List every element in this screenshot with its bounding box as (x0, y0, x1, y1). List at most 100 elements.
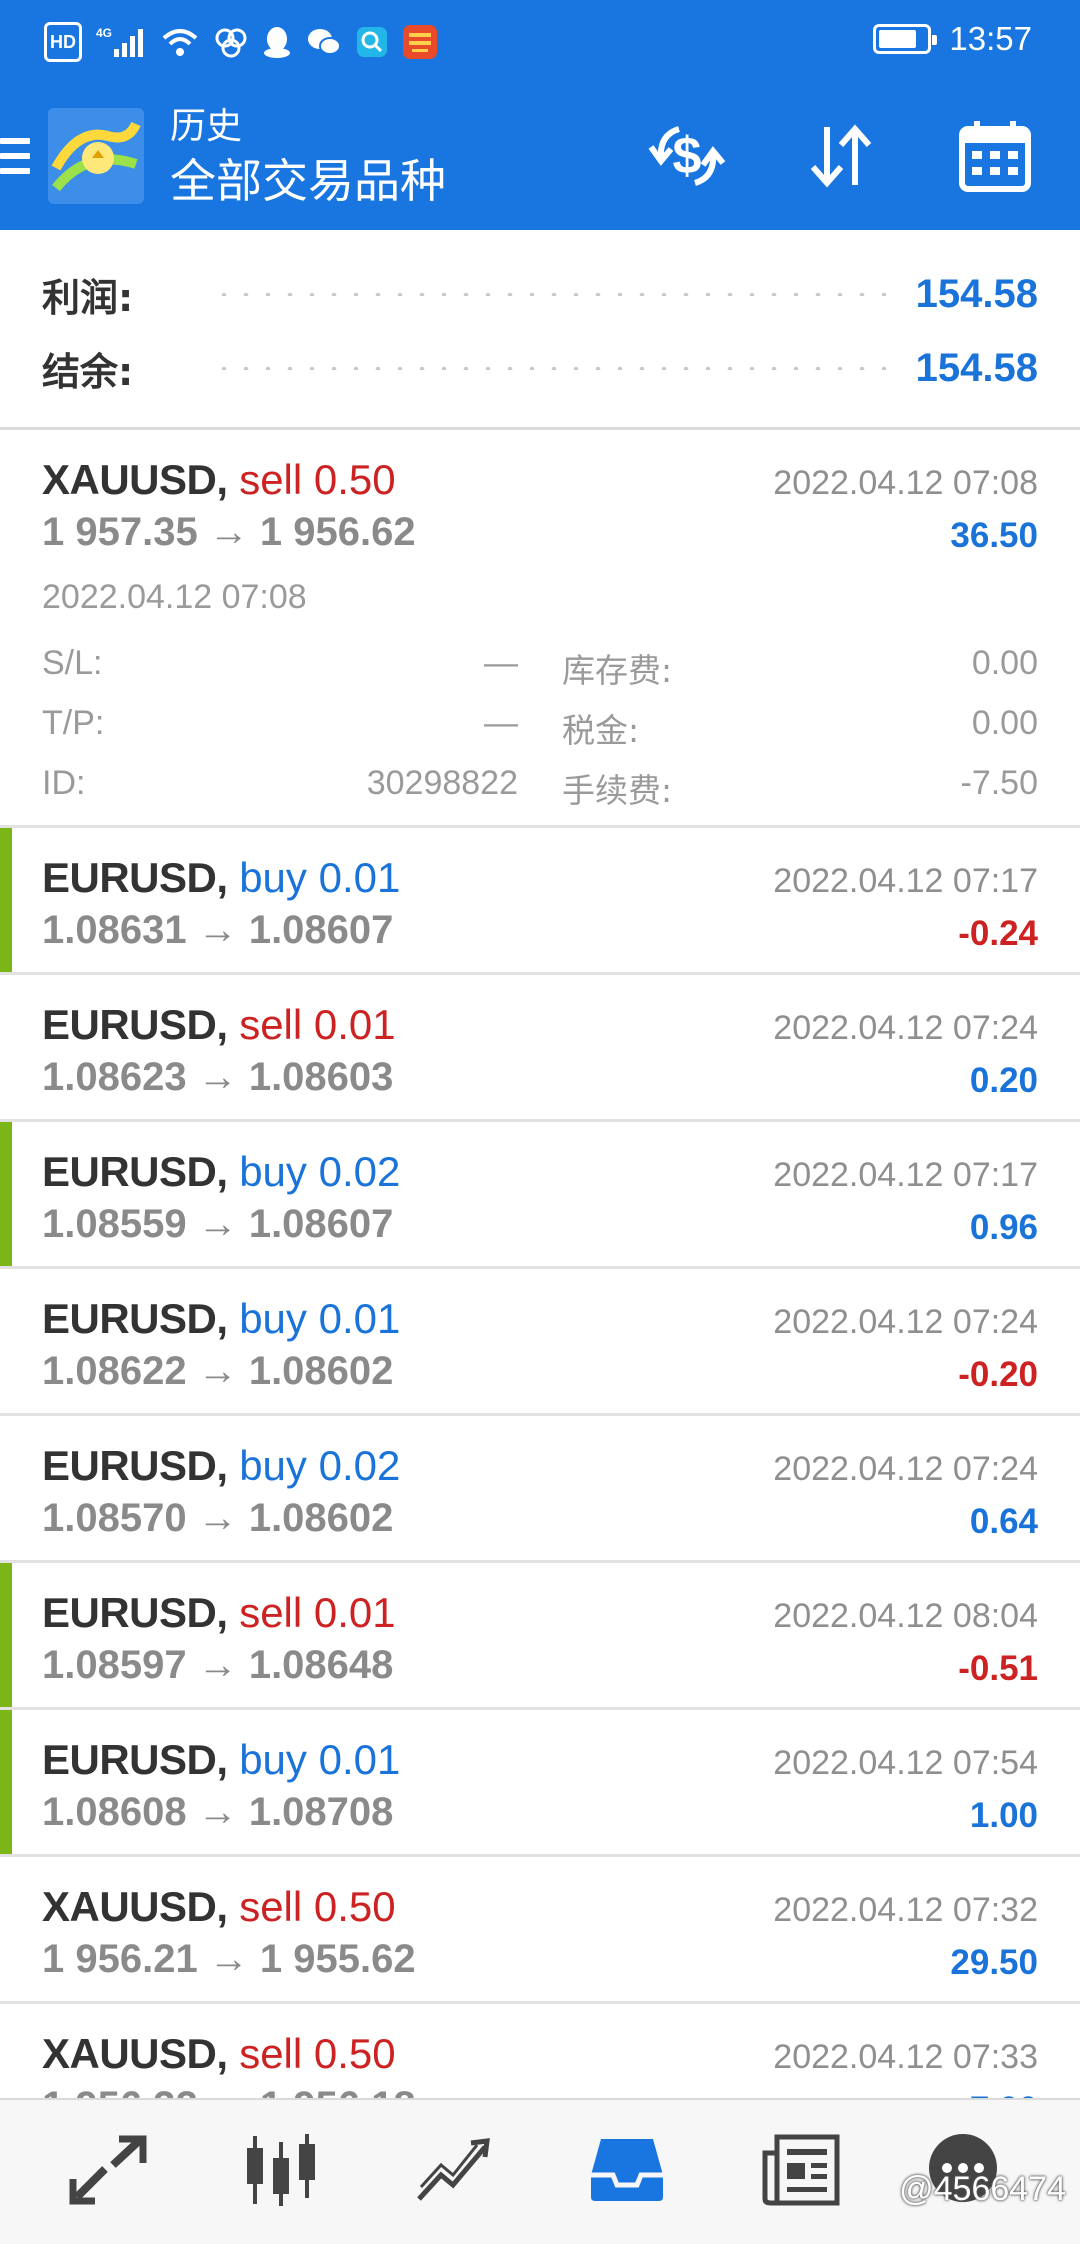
trade-volume: 0.01 (318, 1736, 401, 1783)
detail-row: ID: 30298822 手续费: -7.50 (42, 758, 1038, 818)
trade-row[interactable]: EURUSD, sell 0.01 1.08597 → 1.08648 2022… (0, 1563, 1080, 1710)
history-inbox-icon (591, 2139, 663, 2201)
trade-close-time: 2022.04.12 07:17 (773, 1156, 1038, 1194)
detail-row: T/P: — 税金: 0.00 (42, 698, 1038, 758)
trade-symbol: EURUSD, (42, 1001, 228, 1048)
trade-marker (0, 1710, 12, 1854)
sort-arrows-icon (810, 124, 872, 188)
calendar-button[interactable] (946, 116, 1044, 196)
trade-close-time: 2022.04.12 07:08 (773, 464, 1038, 502)
trade-profit: 29.50 (950, 1943, 1038, 1982)
trade-row[interactable]: XAUUSD, sell 0.50 1 956.21 → 1 955.62 20… (0, 1857, 1080, 2004)
nav-history[interactable] (582, 2130, 672, 2210)
sort-button[interactable] (792, 116, 890, 196)
battery-icon (873, 24, 938, 54)
nav-trade[interactable] (64, 2130, 154, 2210)
trade-row[interactable]: EURUSD, buy 0.01 1.08631 → 1.08607 2022.… (0, 828, 1080, 975)
trade-profit: -0.20 (958, 1355, 1038, 1394)
trade-title: XAUUSD, sell 0.50 (42, 1883, 396, 1931)
trade-close-time: 2022.04.12 07:33 (773, 2038, 1038, 2076)
bank-app-icon (402, 22, 438, 62)
trade-volume: 0.01 (313, 1001, 396, 1048)
calendar-icon (959, 121, 1031, 192)
trade-prices: 1.08597 → 1.08648 (42, 1643, 394, 1687)
trade-close-time: 2022.04.12 07:32 (773, 1891, 1038, 1929)
menu-icon[interactable] (0, 138, 30, 183)
trade-row[interactable]: EURUSD, buy 0.02 1.08559 → 1.08607 2022.… (0, 1122, 1080, 1269)
trade-profit: 0.96 (969, 1208, 1038, 1247)
trade-volume: 0.02 (318, 1148, 401, 1195)
symbol-filter-title[interactable]: 全部交易品种 (170, 150, 446, 212)
trade-row[interactable]: XAUUSD, sell 0.50 1 957.35 → 1 956.62 20… (0, 430, 1080, 828)
balance-row: 结余: 154.58 (42, 338, 1038, 398)
trade-row[interactable]: EURUSD, buy 0.01 1.08608 → 1.08708 2022.… (0, 1710, 1080, 1857)
trade-volume: 0.01 (318, 1295, 401, 1342)
wechat-icon (306, 22, 342, 62)
trade-profit: -0.24 (958, 914, 1038, 953)
page-title: 历史 (170, 106, 243, 147)
battery-level (879, 30, 917, 48)
trade-volume: 0.50 (313, 456, 396, 503)
trade-row[interactable]: EURUSD, buy 0.02 1.08570 → 1.08602 2022.… (0, 1416, 1080, 1563)
trade-side: buy (239, 1148, 307, 1195)
trade-volume: 0.01 (313, 1589, 396, 1636)
commission-value: -7.50 (960, 764, 1039, 802)
trade-profit: 0.64 (969, 1502, 1038, 1541)
dotted-leader (213, 366, 892, 370)
id-label: ID: (42, 764, 86, 802)
trade-title: XAUUSD, sell 0.50 (42, 456, 396, 504)
trade-close-time: 2022.04.12 07:17 (773, 862, 1038, 900)
trade-title: XAUUSD, sell 0.50 (42, 2030, 396, 2078)
trade-marker (0, 1563, 12, 1707)
detail-row: S/L: — 库存费: 0.00 (42, 638, 1038, 698)
wifi-icon (160, 22, 200, 62)
deposit-filter-button[interactable]: $ (638, 116, 736, 196)
dotted-leader (213, 292, 892, 296)
profit-row: 利润: 154.58 (42, 264, 1038, 324)
network-type: 4G (96, 26, 112, 40)
nav-quotes-chart[interactable] (236, 2130, 326, 2210)
trade-side: sell (239, 1883, 303, 1930)
trade-open-time: 2022.04.12 07:08 (42, 578, 307, 616)
trade-close-time: 2022.04.12 07:24 (773, 1303, 1038, 1341)
link-icon (214, 22, 248, 62)
trade-symbol: EURUSD, (42, 1736, 228, 1783)
trade-prices: 1.08631 → 1.08607 (42, 908, 394, 952)
trade-icon (69, 2135, 147, 2205)
app-bar-actions: $ (638, 116, 1044, 196)
trade-prices: 1.08570 → 1.08602 (42, 1496, 394, 1540)
nav-news[interactable] (756, 2130, 846, 2210)
trade-volume: 0.02 (318, 1442, 401, 1489)
profit-value: 154.58 (915, 271, 1038, 316)
trade-row[interactable]: EURUSD, buy 0.01 1.08622 → 1.08602 2022.… (0, 1269, 1080, 1416)
trade-symbol: XAUUSD, (42, 1883, 228, 1930)
trade-close-time: 2022.04.12 08:04 (773, 1597, 1038, 1635)
trade-volume: 0.50 (313, 1883, 396, 1930)
trade-marker (0, 1122, 12, 1266)
trade-volume: 0.01 (318, 854, 401, 901)
history-chart-icon (417, 2138, 490, 2201)
trade-close-time: 2022.04.12 07:54 (773, 1744, 1038, 1782)
nav-chart[interactable] (410, 2130, 500, 2210)
trade-side: buy (239, 854, 307, 901)
trade-title: EURUSD, buy 0.01 (42, 854, 400, 902)
trade-title: EURUSD, buy 0.01 (42, 1295, 400, 1343)
tax-value: 0.00 (971, 704, 1038, 742)
trade-prices: 1.08623 → 1.08603 (42, 1055, 394, 1099)
trade-close-time: 2022.04.12 07:24 (773, 1009, 1038, 1047)
currency-exchange-icon: $ (648, 126, 726, 186)
trade-title: EURUSD, buy 0.02 (42, 1442, 400, 1490)
chart-icon (247, 2134, 315, 2206)
trade-row[interactable]: EURUSD, sell 0.01 1.08623 → 1.08603 2022… (0, 975, 1080, 1122)
trade-close-time: 2022.04.12 07:24 (773, 1450, 1038, 1488)
search-app-icon (356, 22, 388, 62)
trade-title: EURUSD, sell 0.01 (42, 1001, 396, 1049)
news-icon (762, 2134, 840, 2206)
metatrader-logo-icon[interactable] (48, 108, 144, 204)
trade-profit: 0.20 (969, 1061, 1038, 1100)
trade-side: sell (239, 1001, 303, 1048)
status-bar: HD 4G 13:57 (0, 0, 1080, 86)
status-icons: HD 4G (44, 22, 438, 62)
trade-title: EURUSD, buy 0.02 (42, 1148, 400, 1196)
trade-symbol: EURUSD, (42, 1295, 228, 1342)
